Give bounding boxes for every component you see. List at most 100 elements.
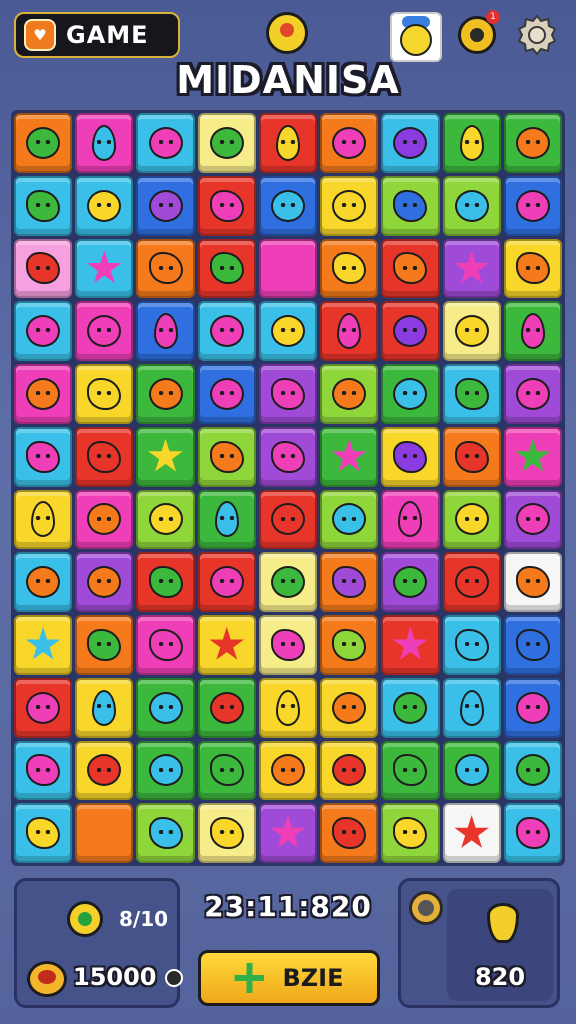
board-tile[interactable]	[136, 364, 195, 424]
board-tile[interactable]	[442, 489, 501, 550]
board-tile[interactable]	[381, 552, 440, 612]
board-tile[interactable]	[14, 175, 73, 236]
board-tile[interactable]	[320, 113, 379, 173]
board-tile[interactable]	[136, 426, 195, 487]
board-tile[interactable]	[503, 301, 562, 361]
board-tile[interactable]	[75, 175, 134, 236]
board-tile[interactable]	[258, 175, 318, 236]
board-tile[interactable]	[75, 364, 134, 424]
board-tile[interactable]	[320, 238, 379, 299]
board-tile[interactable]	[136, 615, 195, 675]
gear-icon[interactable]	[514, 12, 560, 58]
board-tile[interactable]	[442, 175, 501, 236]
board-tile[interactable]	[320, 740, 379, 801]
board-tile[interactable]	[197, 301, 256, 361]
board-tile[interactable]	[381, 489, 440, 550]
board-tile[interactable]	[136, 677, 195, 738]
board-tile[interactable]	[197, 677, 256, 738]
board-tile[interactable]	[14, 677, 73, 738]
board-tile[interactable]	[258, 489, 318, 550]
board-tile[interactable]	[320, 677, 379, 738]
board-tile[interactable]	[503, 426, 562, 487]
board-tile[interactable]	[320, 301, 379, 361]
board-tile[interactable]	[258, 364, 318, 424]
board-tile[interactable]	[381, 426, 440, 487]
board-tile[interactable]	[136, 740, 195, 801]
board-tile[interactable]	[503, 364, 562, 424]
board-tile[interactable]	[258, 426, 318, 487]
board-tile[interactable]	[320, 426, 379, 487]
board-tile[interactable]	[75, 238, 134, 299]
board-tile[interactable]	[320, 175, 379, 236]
board-tile[interactable]	[258, 615, 318, 675]
board-tile[interactable]	[320, 552, 379, 612]
board-tile[interactable]	[14, 552, 73, 612]
board-tile[interactable]	[14, 301, 73, 361]
board-tile[interactable]	[258, 740, 318, 801]
board-tile[interactable]	[136, 113, 195, 173]
board-tile[interactable]	[320, 489, 379, 550]
board-tile[interactable]	[503, 113, 562, 173]
board-tile[interactable]	[136, 238, 195, 299]
board-tile[interactable]	[503, 175, 562, 236]
board-tile[interactable]	[14, 615, 73, 675]
board-tile[interactable]	[136, 489, 195, 550]
board-tile[interactable]	[320, 803, 379, 863]
target-panel[interactable]: 820	[398, 878, 560, 1008]
avatar[interactable]	[390, 12, 442, 62]
board-tile[interactable]	[197, 615, 256, 675]
board-tile[interactable]	[75, 803, 134, 863]
board-tile[interactable]	[258, 301, 318, 361]
board-tile[interactable]	[320, 615, 379, 675]
board-tile[interactable]	[14, 489, 73, 550]
board-tile[interactable]	[14, 740, 73, 801]
board-tile[interactable]	[258, 552, 318, 612]
board-tile[interactable]	[503, 740, 562, 801]
board-tile[interactable]	[75, 113, 134, 173]
board-tile[interactable]	[75, 615, 134, 675]
board-tile[interactable]	[258, 803, 318, 863]
board-tile[interactable]	[75, 677, 134, 738]
board-tile[interactable]	[381, 740, 440, 801]
lightbulb-icon[interactable]	[266, 12, 308, 54]
board-tile[interactable]	[197, 803, 256, 863]
board-tile[interactable]	[442, 301, 501, 361]
board-tile[interactable]	[197, 740, 256, 801]
board-tile[interactable]	[442, 552, 501, 612]
board-tile[interactable]	[503, 803, 562, 863]
board-tile[interactable]	[75, 740, 134, 801]
board-tile[interactable]	[381, 615, 440, 675]
board-tile[interactable]	[197, 489, 256, 550]
board-tile[interactable]	[442, 364, 501, 424]
board-tile[interactable]	[258, 677, 318, 738]
board-tile[interactable]	[197, 113, 256, 173]
game-menu-button[interactable]: ♥ GAME	[14, 12, 180, 58]
board-tile[interactable]	[503, 238, 562, 299]
board-tile[interactable]	[381, 113, 440, 173]
board-tile[interactable]	[258, 113, 318, 173]
board-tile[interactable]	[14, 238, 73, 299]
board-tile[interactable]	[258, 238, 318, 299]
board-tile[interactable]	[14, 364, 73, 424]
board-tile[interactable]	[320, 364, 379, 424]
board-tile[interactable]	[136, 175, 195, 236]
board-tile[interactable]	[442, 113, 501, 173]
board-tile[interactable]	[197, 364, 256, 424]
boost-button[interactable]: BZIE	[198, 950, 380, 1006]
board-tile[interactable]	[136, 301, 195, 361]
board-tile[interactable]	[381, 238, 440, 299]
board-tile[interactable]	[197, 175, 256, 236]
board-tile[interactable]	[75, 552, 134, 612]
board-tile[interactable]	[442, 677, 501, 738]
board-tile[interactable]	[442, 803, 501, 863]
board-tile[interactable]	[503, 615, 562, 675]
board-tile[interactable]	[503, 677, 562, 738]
board-tile[interactable]	[136, 803, 195, 863]
board-tile[interactable]	[75, 301, 134, 361]
board-tile[interactable]	[381, 175, 440, 236]
board-tile[interactable]	[75, 489, 134, 550]
board-tile[interactable]	[442, 615, 501, 675]
board-tile[interactable]	[197, 552, 256, 612]
board-tile[interactable]	[503, 552, 562, 612]
board-tile[interactable]	[197, 426, 256, 487]
